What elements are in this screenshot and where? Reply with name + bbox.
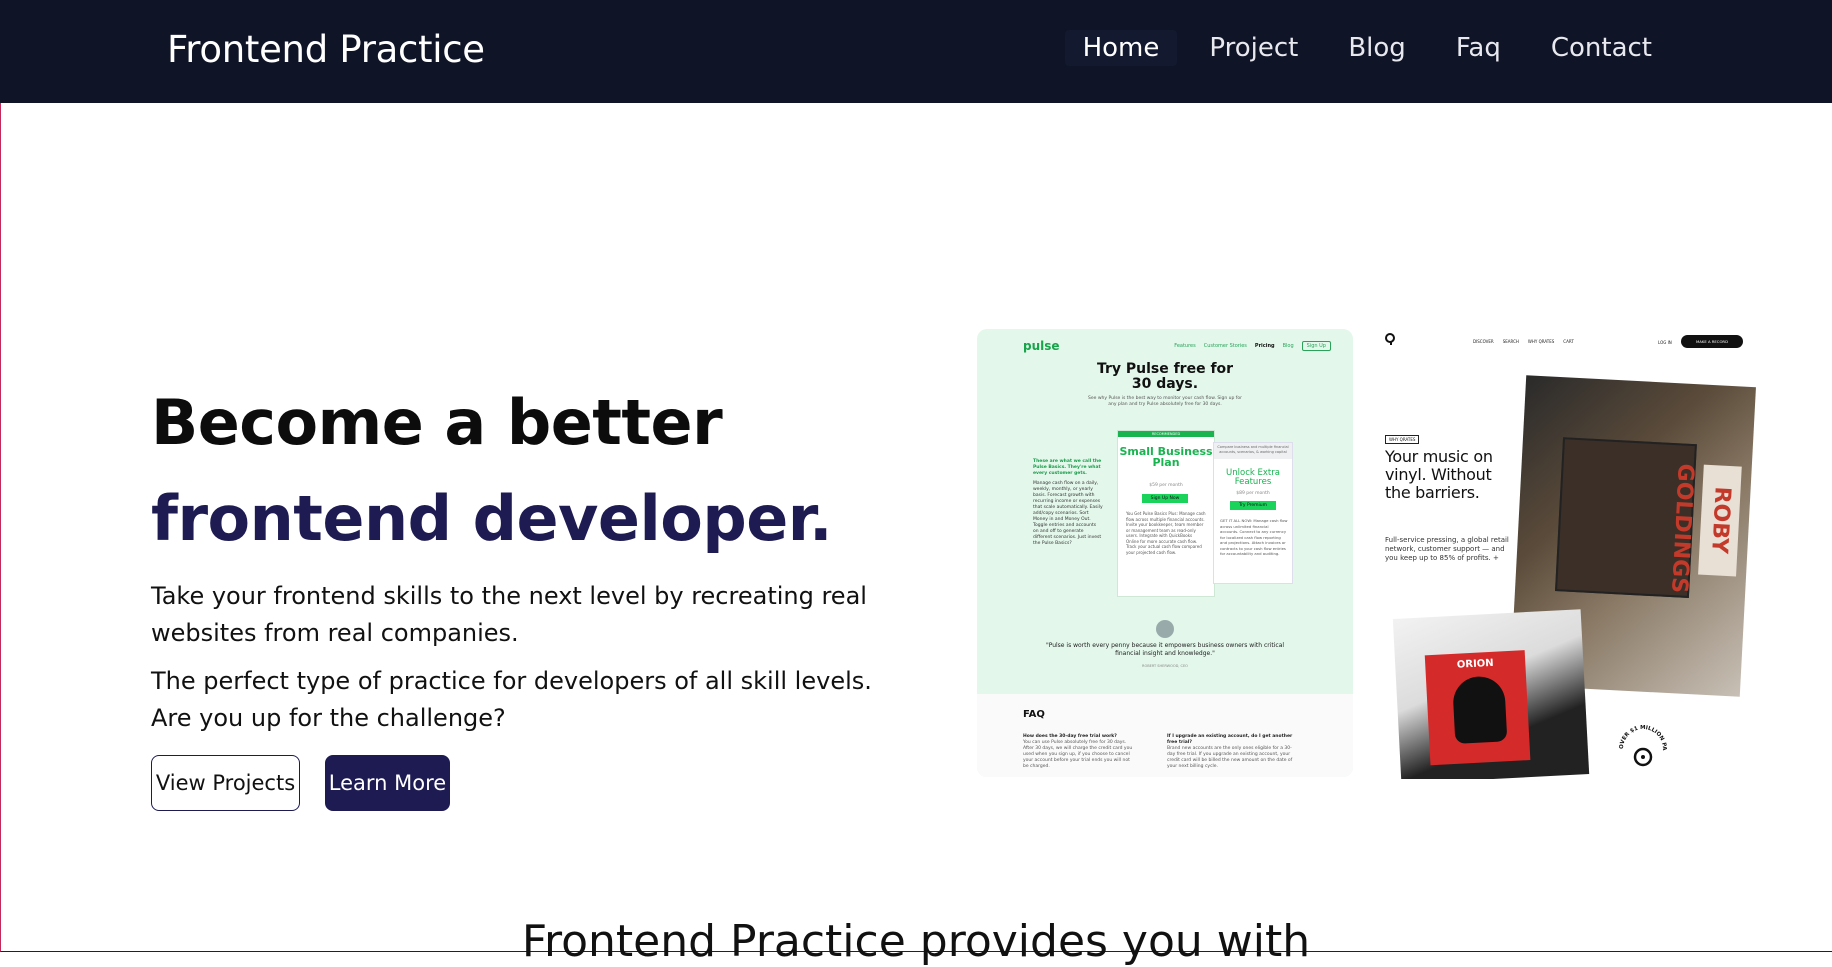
plan-features: You Get Pulse Basics Plus: Manage cash f… <box>1126 511 1206 555</box>
pulse-faq: FAQ How does the 30-day free trial work?… <box>977 694 1353 777</box>
hero-paragraph-2: The perfect type of practice for develop… <box>151 667 872 732</box>
hero-paragraph-1: Take your frontend skills to the next le… <box>151 582 867 647</box>
features-section-heading: Frontend Practice provides you with <box>521 916 1311 967</box>
testimonial-quote: "Pulse is worth every penny because it e… <box>1045 642 1285 657</box>
pulse-plan-card: RECOMMENDED Small Business Plan $59 per … <box>1117 430 1215 597</box>
pulse-nav: Features Customer Stories Pricing Blog S… <box>1174 341 1331 351</box>
plan-name: Small Business Plan <box>1119 445 1213 469</box>
view-projects-button[interactable]: View Projects <box>151 755 300 811</box>
extra-name: Unlock Extra Features <box>1226 468 1280 487</box>
pulse-nav-item: Features <box>1174 343 1196 349</box>
extra-button: Try Premium <box>1230 501 1276 510</box>
nav-link-project[interactable]: Project <box>1191 30 1316 66</box>
orion-record: ORION <box>1424 650 1531 766</box>
faq-item: How does the 30-day free trial work? You… <box>1023 734 1133 770</box>
qrates-body: Full-service pressing, a global retail n… <box>1385 536 1509 562</box>
hero-title-line1: Become a better <box>151 386 723 459</box>
nav-link-faq[interactable]: Faq <box>1438 30 1519 66</box>
pulse-extra-card: Compare business and multiple financial … <box>1213 442 1293 584</box>
faq-answer: Brand new accounts are the only ones eli… <box>1167 746 1293 769</box>
pulse-title: Try Pulse free for 30 days. <box>1096 361 1234 392</box>
pulse-basics-heading: These are what we call the Pulse Basics.… <box>1033 459 1102 476</box>
qrates-nav-item: DISCOVER <box>1473 339 1494 344</box>
hero-title-line2: frontend developer. <box>151 482 833 555</box>
faq-answer: You can use Pulse absolutely free for 30… <box>1023 740 1133 769</box>
sleeve-label: ROBY GOLDINGS <box>1666 463 1742 594</box>
qrates-nav-item: WHY QRATES <box>1527 339 1555 344</box>
brand-logo[interactable]: Frontend Practice <box>167 28 485 71</box>
nav-links: Home Project Blog Faq Contact <box>1051 30 1670 66</box>
learn-more-button[interactable]: Learn More <box>325 755 450 811</box>
qrates-nav-item: CART <box>1563 339 1574 344</box>
pulse-preview-image: pulse Features Customer Stories Pricing … <box>977 329 1353 777</box>
testimonial-author: ROBERT SHERWOOD, CEO <box>1142 664 1188 668</box>
pulse-nav-signup: Sign Up <box>1301 341 1331 351</box>
extra-header: Compare business and multiple financial … <box>1214 443 1292 459</box>
nav-link-home[interactable]: Home <box>1064 30 1178 66</box>
pulse-subtitle: See why Pulse is the best way to monitor… <box>1088 396 1242 407</box>
qrates-preview-image: DISCOVER SEARCH WHY QRATES CART LOG IN M… <box>1375 329 1760 779</box>
extra-features: GET IT ALL NOW: Manage cash flow across … <box>1220 518 1288 556</box>
orion-photo: ORION <box>1392 609 1590 779</box>
nav-link-contact[interactable]: Contact <box>1533 30 1670 66</box>
faq-item: If I upgrade an existing account, do I g… <box>1167 734 1297 770</box>
plan-price: $59 per month <box>1149 483 1183 488</box>
pulse-nav-item: Blog <box>1282 343 1294 349</box>
pulse-logo: pulse <box>1023 339 1060 353</box>
plan-signup-button: Sign Up Now <box>1142 494 1188 503</box>
qrates-cta: MAKE A RECORD <box>1681 335 1743 348</box>
orion-label: ORION <box>1456 657 1494 671</box>
nav-link-blog[interactable]: Blog <box>1330 30 1423 66</box>
qrates-badge: WHY QRATES <box>1385 435 1420 444</box>
pulse-basics: These are what we call the Pulse Basics.… <box>1033 459 1103 547</box>
pulse-basics-text: Manage cash flow on a daily, weekly, mon… <box>1033 481 1103 546</box>
svg-text:OVER $1 MILLION PAID TO ARTIST: OVER $1 MILLION PAID TO ARTISTS <box>1615 719 1667 751</box>
qrates-nav: DISCOVER SEARCH WHY QRATES CART <box>1473 339 1574 344</box>
testimonial-avatar <box>1156 620 1174 638</box>
recommended-badge: RECOMMENDED <box>1118 431 1214 437</box>
pulse-nav-item: Pricing <box>1254 343 1275 349</box>
qrates-logo-icon <box>1385 333 1395 345</box>
faq-title: FAQ <box>1023 709 1045 720</box>
extra-price: $89 per month <box>1236 491 1270 496</box>
top-navbar: Frontend Practice Home Project Blog Faq … <box>0 0 1832 103</box>
faq-question: If I upgrade an existing account, do I g… <box>1167 734 1293 745</box>
qrates-login: LOG IN <box>1658 340 1672 345</box>
payout-seal-icon: OVER $1 MILLION PAID TO ARTISTS <box>1615 719 1667 767</box>
pulse-nav-item: Customer Stories <box>1203 343 1247 349</box>
record-cover-figure <box>1451 675 1508 744</box>
qrates-nav-item: SEARCH <box>1502 339 1519 344</box>
qrates-title: Your music on vinyl. Without the barrier… <box>1385 447 1493 502</box>
